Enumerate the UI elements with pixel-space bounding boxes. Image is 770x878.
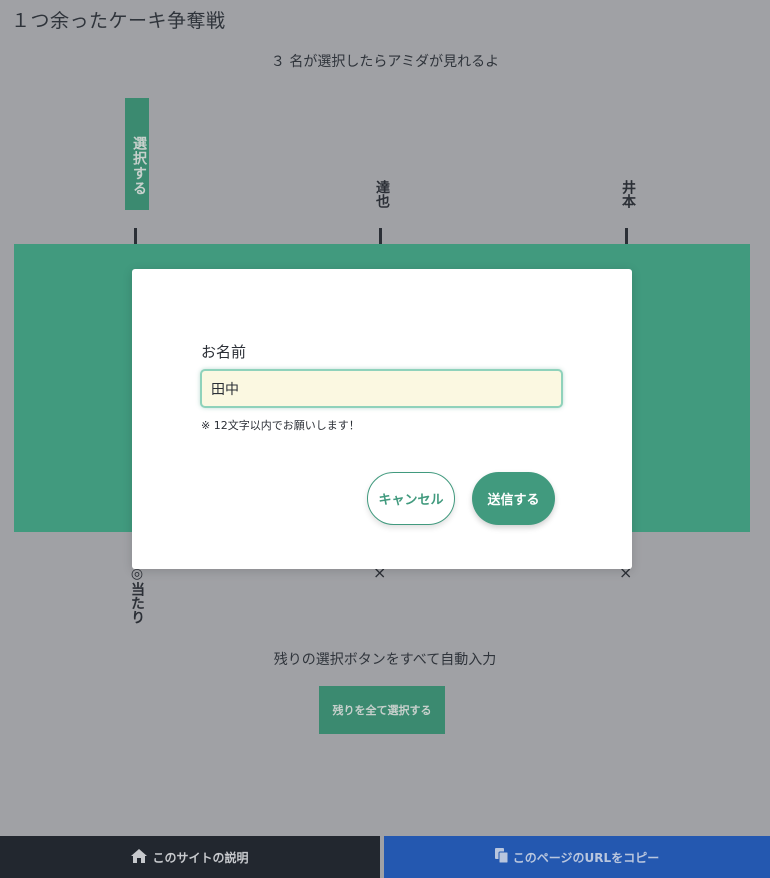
autofill-label: 残りの選択ボタンをすべて自動入力 bbox=[273, 652, 497, 668]
result-1: ◎当たり bbox=[129, 566, 145, 624]
name-input[interactable] bbox=[200, 369, 563, 408]
name-entry-modal: お名前 ※ 12文字以内でお願いします！ キャンセル 送信する bbox=[132, 269, 632, 569]
player-1-select-button[interactable]: 選択する bbox=[125, 98, 149, 210]
player-2-name: 達也 bbox=[374, 180, 390, 208]
selection-count-notice: ３ 名が選択したらアミダが見れるよ bbox=[270, 54, 500, 70]
about-site-button[interactable]: このサイトの説明 bbox=[0, 836, 380, 878]
name-length-hint: ※ 12文字以内でお願いします！ bbox=[201, 419, 360, 432]
lane-tick-2 bbox=[379, 228, 382, 244]
about-site-label: このサイトの説明 bbox=[152, 850, 249, 865]
submit-button[interactable]: 送信する bbox=[472, 472, 555, 525]
select-all-button[interactable]: 残りを全て選択する bbox=[319, 686, 445, 734]
copy-url-button[interactable]: このページのURLをコピー bbox=[384, 836, 770, 878]
player-3-name: 井本 bbox=[620, 180, 636, 208]
lane-tick-3 bbox=[625, 228, 628, 244]
lane-tick-1 bbox=[134, 228, 137, 244]
home-icon bbox=[131, 848, 152, 866]
page-title: １つ余ったケーキ争奪戦 bbox=[11, 10, 226, 32]
copy-icon bbox=[494, 848, 513, 866]
name-field-label: お名前 bbox=[201, 343, 247, 361]
copy-url-label: このページのURLをコピー bbox=[512, 850, 660, 865]
cancel-button[interactable]: キャンセル bbox=[367, 472, 455, 525]
